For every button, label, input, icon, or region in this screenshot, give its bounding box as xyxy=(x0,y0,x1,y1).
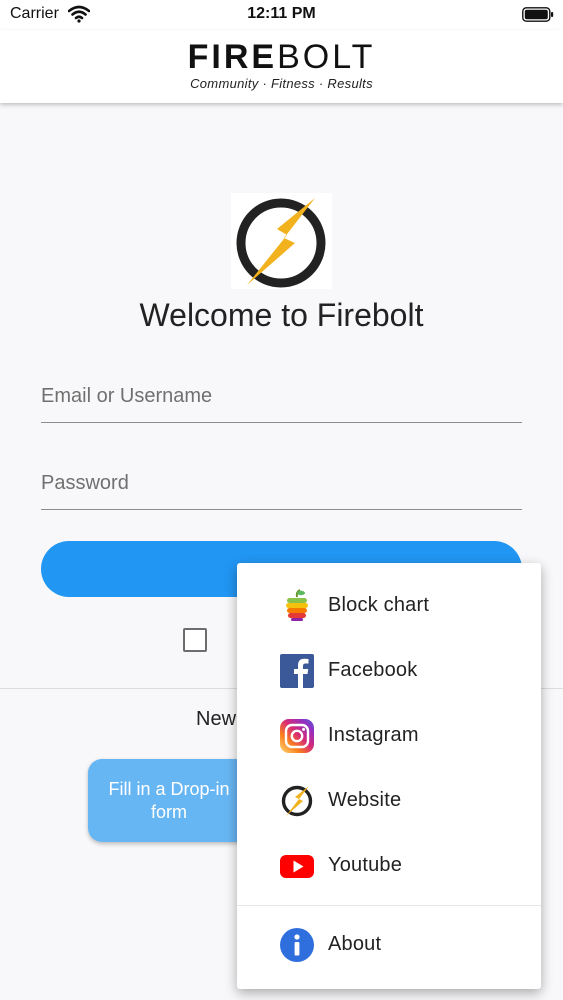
menu-item-label: Facebook xyxy=(328,659,418,681)
menu-item-about[interactable]: About xyxy=(237,912,541,977)
menu-divider xyxy=(237,905,541,906)
instagram-icon xyxy=(280,719,314,753)
menu-item-label: Website xyxy=(328,789,402,811)
new-member-text: New xyxy=(196,708,237,730)
info-icon xyxy=(280,928,314,962)
menu-item-label: Instagram xyxy=(328,724,419,746)
battery-icon xyxy=(522,7,554,22)
menu-item-website[interactable]: Website xyxy=(237,768,541,833)
status-bar: Carrier 12:11 PM xyxy=(0,0,563,30)
block-chart-icon xyxy=(286,589,308,621)
firebolt-logo-icon xyxy=(231,193,332,289)
menu-item-label: Youtube xyxy=(328,854,403,876)
header-tagline: Community · Fitness · Results xyxy=(190,76,373,91)
app-header: FIREBOLT Community · Fitness · Results xyxy=(0,30,563,103)
password-field[interactable] xyxy=(41,458,522,510)
menu-item-block-chart[interactable]: Block chart xyxy=(237,573,541,638)
menu-item-label: Block chart xyxy=(328,594,430,616)
logo-fire: FIRE xyxy=(187,38,278,76)
youtube-icon xyxy=(280,855,314,878)
logo-bolt: BOLT xyxy=(277,38,376,76)
menu-item-label: About xyxy=(328,933,382,955)
menu-item-youtube[interactable]: Youtube xyxy=(237,833,541,898)
menu-item-facebook[interactable]: Facebook xyxy=(237,638,541,703)
popup-menu: Block chart Facebook Instagram Website Y… xyxy=(237,563,541,989)
welcome-title: Welcome to Firebolt xyxy=(139,297,424,333)
status-time: 12:11 PM xyxy=(247,5,316,22)
dropin-form-button[interactable]: Fill in a Drop-in form xyxy=(88,759,250,842)
facebook-icon xyxy=(280,654,314,688)
email-field[interactable] xyxy=(41,371,522,423)
firebolt-wordmark: FIREBOLT xyxy=(0,38,563,77)
menu-item-instagram[interactable]: Instagram xyxy=(237,703,541,768)
website-icon xyxy=(281,785,313,817)
remember-me-checkbox[interactable] xyxy=(183,628,207,652)
